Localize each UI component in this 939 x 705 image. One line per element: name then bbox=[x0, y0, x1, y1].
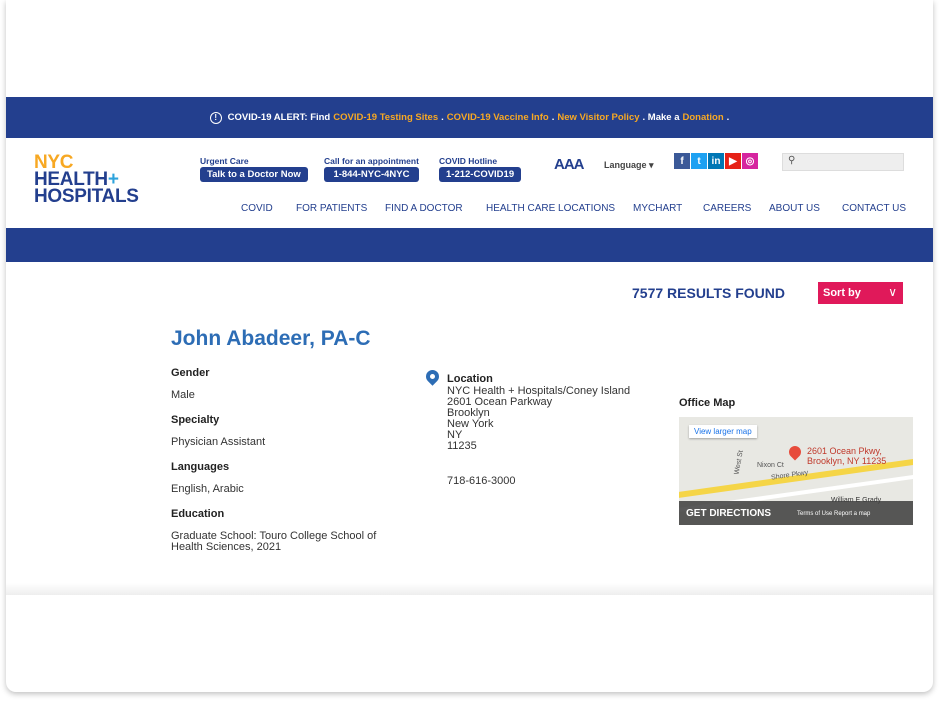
vaccine-info-link[interactable]: COVID-19 Vaccine Info bbox=[447, 112, 549, 123]
nav-mychart[interactable]: MYCHART bbox=[633, 203, 682, 214]
instagram-icon[interactable]: ◎ bbox=[742, 153, 758, 169]
covid-alert-bar: ! COVID-19 ALERT: Find COVID-19 Testing … bbox=[6, 97, 933, 138]
appointment-block: Call for an appointment 1-844-NYC-4NYC bbox=[324, 156, 419, 182]
nav-contact-us[interactable]: CONTACT US bbox=[842, 203, 906, 214]
social-links: f t in ▶ ◎ bbox=[674, 153, 758, 169]
nav-for-patients[interactable]: FOR PATIENTS bbox=[296, 203, 367, 214]
youtube-icon[interactable]: ▶ bbox=[725, 153, 741, 169]
map-footer: GET DIRECTIONS Terms of Use Report a map bbox=[679, 501, 913, 525]
donation-link[interactable]: Donation bbox=[683, 112, 724, 123]
urgent-care-block: Urgent Care Talk to a Doctor Now bbox=[200, 156, 308, 182]
alert-separator: . bbox=[551, 112, 555, 123]
location-zip: 11235 bbox=[447, 440, 477, 452]
chevron-down-icon: ∨ bbox=[888, 285, 897, 299]
specialty-value: Physician Assistant bbox=[171, 436, 266, 448]
map-address: 2601 Ocean Pkwy, Brooklyn, NY 11235 bbox=[807, 446, 886, 466]
appointment-label: Call for an appointment bbox=[324, 156, 419, 166]
alert-prefix: COVID-19 ALERT: Find bbox=[227, 112, 331, 123]
logo-hospitals: HOSPITALS bbox=[34, 186, 139, 207]
nav-health-care-locations[interactable]: HEALTH CARE LOCATIONS bbox=[486, 203, 615, 214]
map-street-label: Nixon Ct bbox=[757, 462, 784, 469]
hero-band bbox=[6, 228, 933, 262]
office-map-title: Office Map bbox=[679, 397, 736, 409]
map-marker-icon[interactable] bbox=[786, 443, 804, 461]
languages-value: English, Arabic bbox=[171, 483, 244, 495]
hotline-label: COVID Hotline bbox=[439, 156, 498, 166]
search-icon: ⚲ bbox=[788, 155, 796, 166]
map-street-label: West St bbox=[733, 449, 745, 476]
specialty-label: Specialty bbox=[171, 414, 220, 426]
content-divider bbox=[6, 583, 933, 595]
get-directions-button[interactable]: GET DIRECTIONS bbox=[686, 508, 771, 519]
talk-to-doctor-button[interactable]: Talk to a Doctor Now bbox=[200, 167, 308, 182]
appointment-phone-button[interactable]: 1-844-NYC-4NYC bbox=[324, 167, 419, 182]
hotline-block: COVID Hotline 1-212-COVID19 bbox=[439, 156, 522, 182]
alert-info-icon: ! bbox=[209, 111, 222, 124]
testing-sites-link[interactable]: COVID-19 Testing Sites bbox=[333, 112, 438, 123]
education-value-line2: Health Sciences, 2021 bbox=[171, 541, 282, 553]
nav-covid[interactable]: COVID bbox=[241, 203, 273, 214]
sort-by-dropdown[interactable]: Sort by ∨ bbox=[818, 282, 903, 304]
hotline-phone-button[interactable]: 1-212-COVID19 bbox=[439, 167, 522, 182]
gender-value: Male bbox=[171, 389, 195, 401]
location-title: Location bbox=[447, 373, 493, 385]
sort-by-label: Sort by bbox=[823, 287, 861, 299]
office-map[interactable]: View larger map 2601 Ocean Pkwy, Brookly… bbox=[679, 417, 913, 525]
site-header: NYC HEALTH+ HOSPITALS Urgent Care Talk t… bbox=[6, 138, 933, 228]
view-larger-map-link[interactable]: View larger map bbox=[689, 425, 757, 438]
nyc-health-hospitals-logo[interactable]: NYC HEALTH+ HOSPITALS bbox=[34, 153, 139, 207]
location-phone[interactable]: 718-616-3000 bbox=[447, 476, 516, 487]
search-input[interactable]: ⚲ bbox=[782, 153, 904, 171]
alert-end: . bbox=[726, 112, 730, 123]
alert-mid-text: . Make a bbox=[642, 112, 680, 123]
urgent-care-label: Urgent Care bbox=[200, 156, 249, 166]
page-card: ! COVID-19 ALERT: Find COVID-19 Testing … bbox=[6, 0, 933, 692]
location-pin-icon bbox=[423, 367, 442, 386]
results-count: 7577 RESULTS FOUND bbox=[632, 285, 785, 301]
map-address-line1: 2601 Ocean Pkwy, bbox=[807, 446, 882, 456]
visitor-policy-link[interactable]: New Visitor Policy bbox=[557, 112, 639, 123]
text-size-control[interactable]: AAA bbox=[554, 156, 584, 173]
nav-about-us[interactable]: ABOUT US bbox=[769, 203, 820, 214]
map-address-line2: Brooklyn, NY 11235 bbox=[807, 456, 887, 466]
map-terms[interactable]: Terms of Use Report a map bbox=[797, 511, 870, 517]
nav-find-a-doctor[interactable]: FIND A DOCTOR bbox=[385, 203, 463, 214]
facebook-icon[interactable]: f bbox=[674, 153, 690, 169]
linkedin-icon[interactable]: in bbox=[708, 153, 724, 169]
education-label: Education bbox=[171, 508, 225, 520]
gender-label: Gender bbox=[171, 367, 210, 379]
nav-careers[interactable]: CAREERS bbox=[703, 203, 751, 214]
language-selector[interactable]: Language ▾ bbox=[604, 160, 654, 171]
languages-label: Languages bbox=[171, 461, 230, 473]
alert-separator: . bbox=[441, 112, 444, 123]
twitter-icon[interactable]: t bbox=[691, 153, 707, 169]
doctor-name[interactable]: John Abadeer, PA-C bbox=[171, 327, 371, 351]
